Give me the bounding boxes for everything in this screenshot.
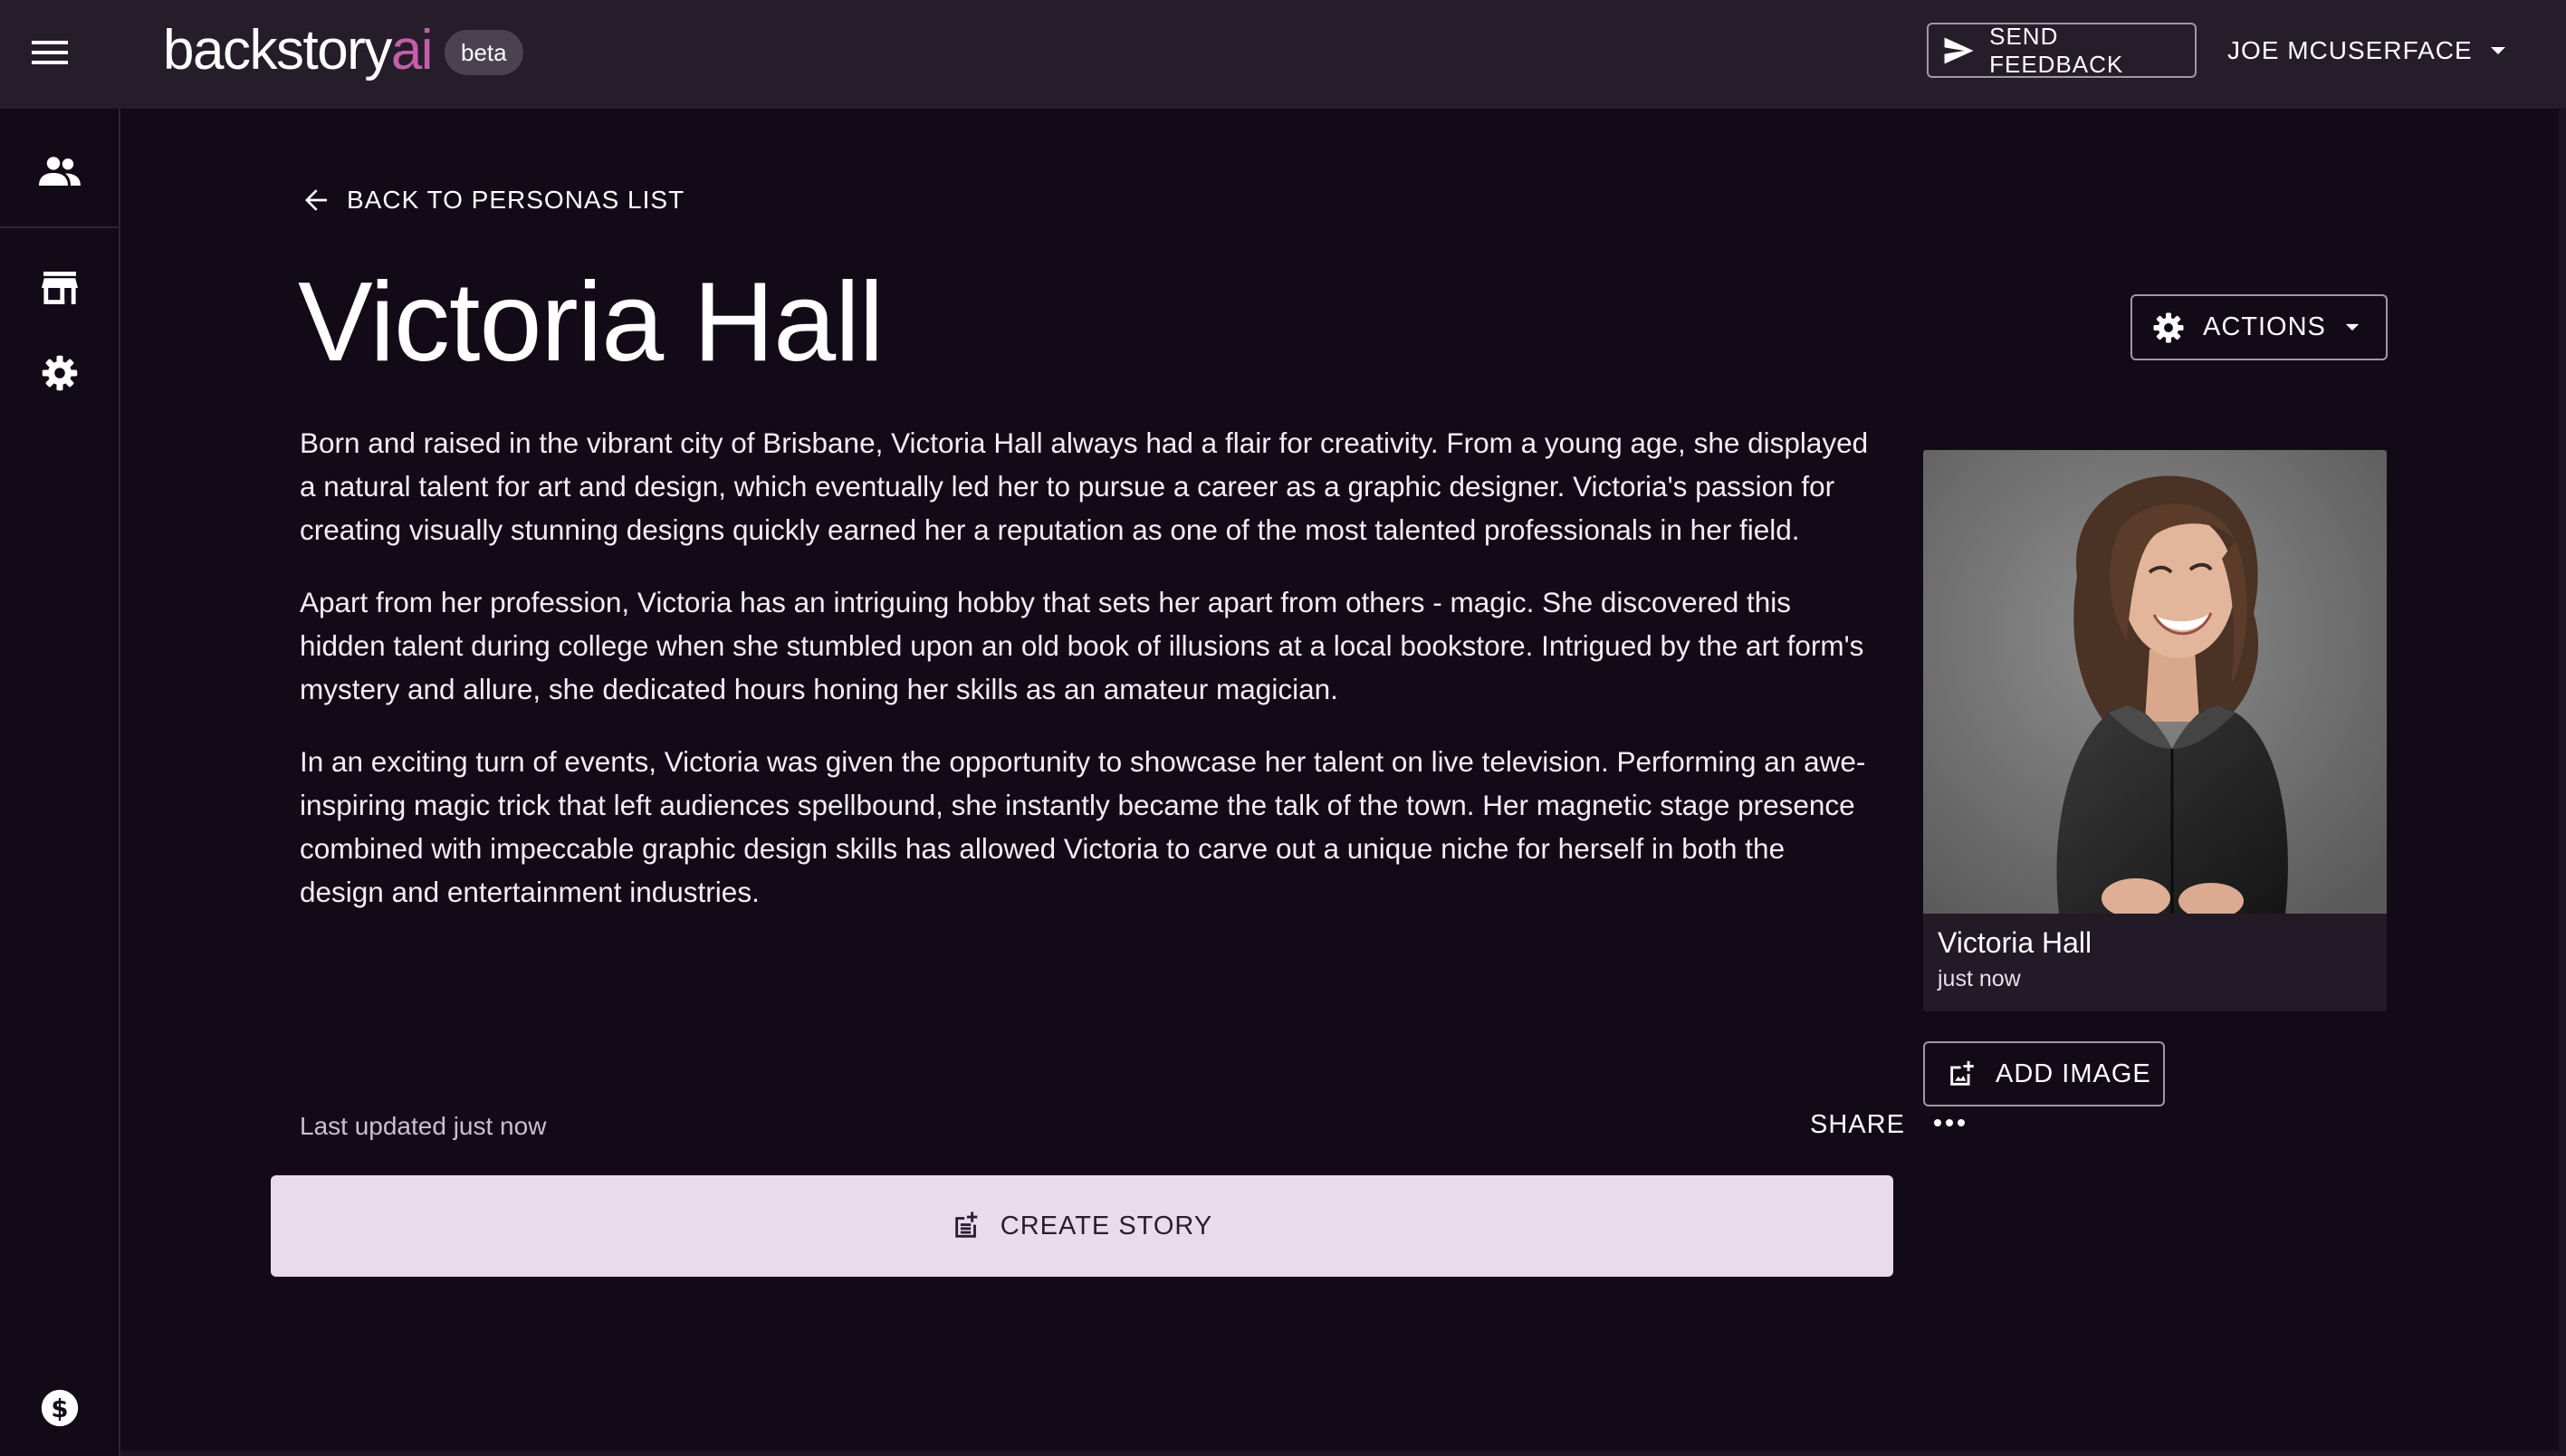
- hamburger-menu-icon: [32, 41, 68, 64]
- last-updated-text: Last updated just now: [300, 1112, 547, 1140]
- persona-detail-page: BACK TO PERSONAS LIST Victoria Hall ACTI…: [120, 109, 2566, 1456]
- bottom-edge: [120, 1451, 2566, 1456]
- svg-text:$: $: [51, 1394, 68, 1423]
- sidebar-item-store[interactable]: [0, 261, 119, 315]
- actions-menu-button[interactable]: ACTIONS: [2130, 294, 2388, 360]
- persona-portrait-image: [1923, 450, 2387, 914]
- people-icon: [38, 157, 81, 186]
- gear-icon: [2153, 312, 2184, 342]
- persona-bio: Born and raised in the vibrant city of B…: [300, 421, 1875, 943]
- hamburger-menu-button[interactable]: [20, 23, 80, 82]
- bio-paragraph: Born and raised in the vibrant city of B…: [300, 426, 1869, 546]
- card-persona-name: Victoria Hall: [1938, 926, 2092, 959]
- back-to-personas-link[interactable]: BACK TO PERSONAS LIST: [302, 177, 685, 223]
- persona-image-card[interactable]: Victoria Hall just now: [1923, 450, 2387, 1011]
- gear-icon: [42, 355, 77, 391]
- persona-name-title: Victoria Hall: [298, 260, 884, 385]
- more-options-button[interactable]: [1929, 1103, 1969, 1143]
- caret-down-icon: [2490, 47, 2505, 54]
- send-feedback-label: SEND FEEDBACK: [1989, 22, 2124, 78]
- user-menu[interactable]: JOE MCUSERFACE: [2227, 25, 2507, 76]
- arrow-left-icon: [305, 189, 327, 211]
- create-story-label: CREATE STORY: [1000, 1211, 1213, 1240]
- actions-label: ACTIONS: [2203, 312, 2326, 341]
- share-button[interactable]: SHARE: [1810, 1110, 1905, 1140]
- add-image-button[interactable]: ADD IMAGE: [1923, 1041, 2165, 1106]
- top-app-bar: backstoryai beta SEND FEEDBACK JOE MCUSE…: [0, 0, 2566, 109]
- dollar-icon: $: [41, 1389, 78, 1427]
- post-add-icon: [955, 1212, 978, 1238]
- send-icon: [1944, 36, 1974, 64]
- caret-down-icon: [2345, 323, 2360, 331]
- back-link-label: BACK TO PERSONAS LIST: [347, 186, 685, 214]
- sidebar-divider: [0, 226, 119, 228]
- send-feedback-button[interactable]: SEND FEEDBACK: [1927, 23, 2197, 78]
- scrollbar-track[interactable]: [2559, 109, 2566, 1456]
- add-image-label: ADD IMAGE: [1996, 1058, 2151, 1088]
- sidebar-item-billing[interactable]: $: [0, 1376, 119, 1440]
- user-name: JOE MCUSERFACE: [2227, 36, 2473, 64]
- beta-badge: beta: [445, 30, 523, 75]
- bio-paragraph: In an exciting turn of events, Victoria …: [300, 745, 1866, 908]
- more-horizontal-icon: [1934, 1119, 1965, 1126]
- card-timestamp: just now: [1938, 966, 2021, 991]
- app-logo[interactable]: backstoryai: [163, 13, 434, 89]
- add-photo-icon: [1950, 1060, 1974, 1086]
- sidebar-nav: $: [0, 109, 120, 1456]
- sidebar-item-personas[interactable]: [0, 143, 119, 199]
- sidebar-item-settings[interactable]: [0, 346, 119, 400]
- store-icon: [41, 272, 78, 304]
- create-story-button[interactable]: CREATE STORY: [271, 1175, 1893, 1277]
- bio-paragraph: Apart from her profession, Victoria has …: [300, 586, 1864, 705]
